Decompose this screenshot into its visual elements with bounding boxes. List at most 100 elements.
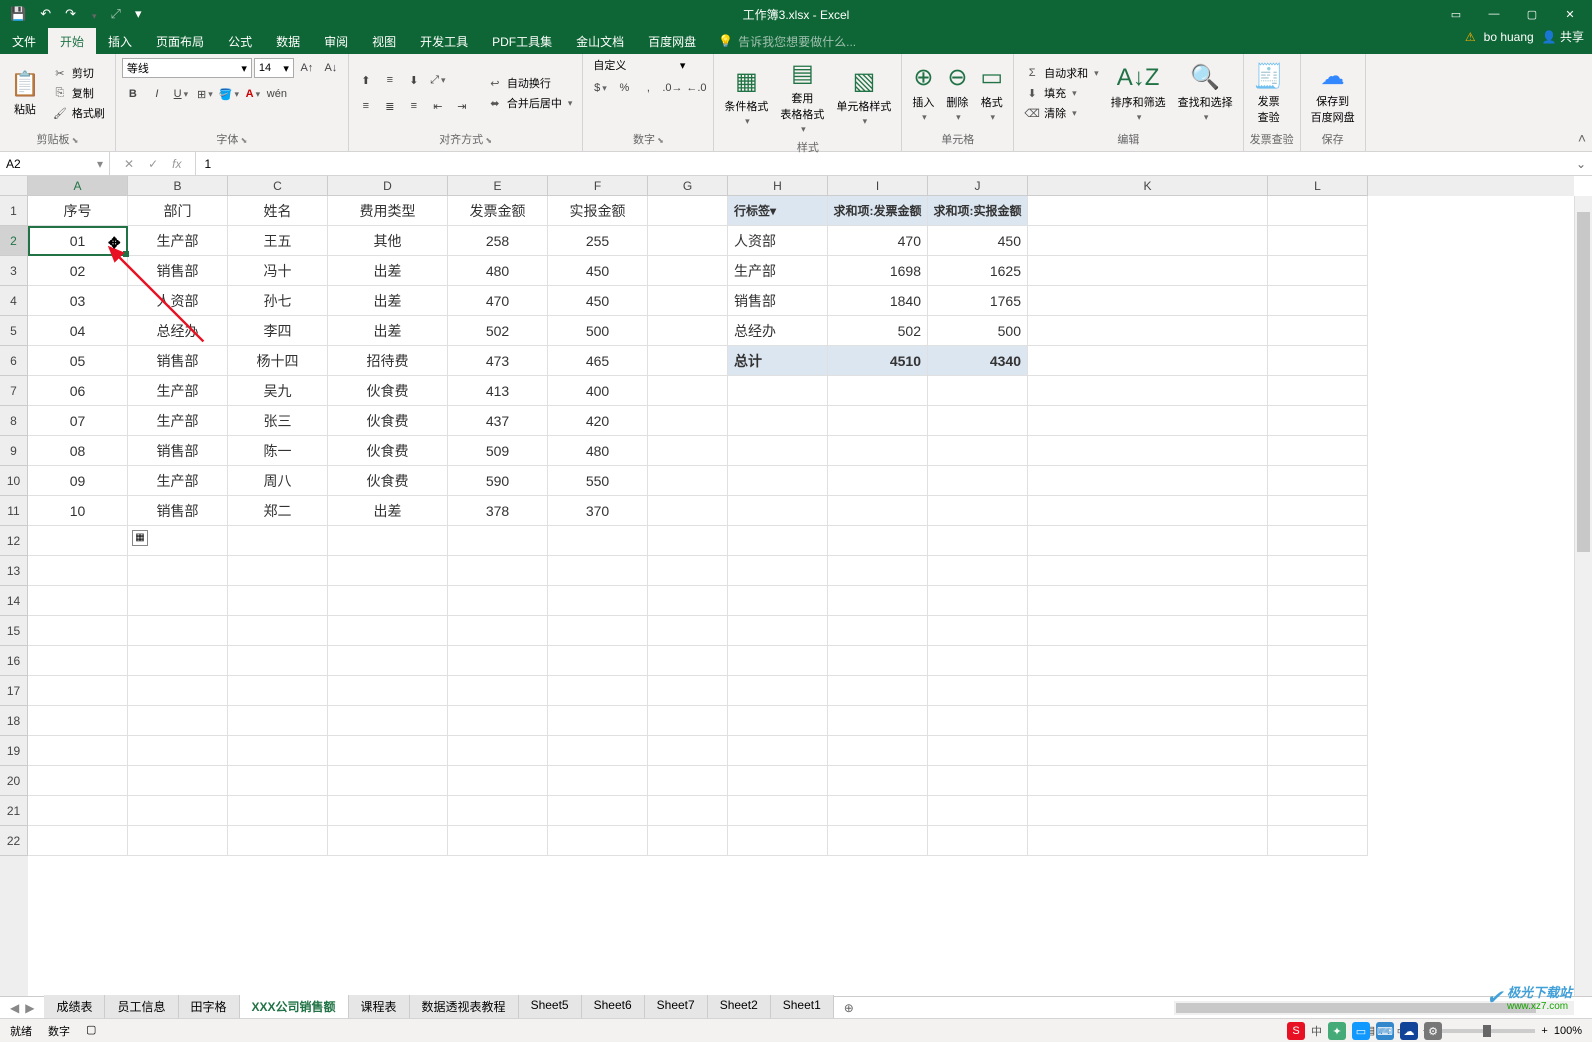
cell[interactable] [828,556,928,586]
cell[interactable] [328,706,448,736]
cell[interactable] [728,376,828,406]
number-format-combo[interactable]: 自定义▾ [589,57,689,73]
cell[interactable] [648,316,728,346]
cell[interactable]: 求和项:发票金额 [828,196,928,226]
cell[interactable] [928,436,1028,466]
cell[interactable] [648,256,728,286]
cell[interactable] [328,646,448,676]
cell[interactable]: 杨十四 [228,346,328,376]
row-header-8[interactable]: 8 [0,406,28,436]
cell[interactable] [648,706,728,736]
row-header-4[interactable]: 4 [0,286,28,316]
align-bottom-icon[interactable]: ⬇ [403,69,425,91]
italic-icon[interactable]: I [146,83,168,105]
cell[interactable] [1268,316,1368,346]
paste-button[interactable]: 📋 粘贴 [6,68,44,119]
col-header-D[interactable]: D [328,176,448,196]
sheet-tab[interactable]: XXX公司销售额 [240,995,349,1020]
cell[interactable] [548,586,648,616]
cell[interactable]: 销售部 [128,256,228,286]
cell[interactable] [928,676,1028,706]
formula-input[interactable]: 1 [196,157,1570,171]
menu-tab-8[interactable]: 开发工具 [408,28,480,54]
cell[interactable] [448,766,548,796]
row-header-5[interactable]: 5 [0,316,28,346]
cell[interactable] [928,736,1028,766]
cell[interactable]: 发票金额 [448,196,548,226]
cell[interactable]: 伙食费 [328,466,448,496]
cell[interactable] [1268,586,1368,616]
cell[interactable] [728,586,828,616]
cancel-formula-icon[interactable]: ✕ [124,157,134,171]
cell[interactable] [128,556,228,586]
cell[interactable]: 生产部 [728,256,828,286]
cell[interactable] [1028,436,1268,466]
font-size-combo[interactable]: 14▾ [254,58,294,78]
cell[interactable] [328,676,448,706]
cell[interactable] [1268,646,1368,676]
menu-tab-3[interactable]: 页面布局 [144,28,216,54]
cell[interactable] [828,496,928,526]
cell[interactable]: 总计 [728,346,828,376]
cell[interactable]: 李四 [228,316,328,346]
col-header-A[interactable]: A [28,176,128,196]
cell-styles-button[interactable]: ▧单元格样式 [832,65,895,129]
zoom-slider[interactable] [1435,1029,1535,1033]
cell[interactable]: 258 [448,226,548,256]
cell[interactable] [828,616,928,646]
cell[interactable] [728,796,828,826]
cell[interactable] [328,586,448,616]
wrap-text-button[interactable]: ↩自动换行 [483,74,577,92]
row-header-17[interactable]: 17 [0,676,28,706]
delete-cells-button[interactable]: ⊖删除 [942,61,972,125]
menu-tab-2[interactable]: 插入 [96,28,144,54]
cell[interactable] [728,646,828,676]
col-header-G[interactable]: G [648,176,728,196]
currency-icon[interactable]: $ [589,77,611,99]
cell[interactable]: 部门 [128,196,228,226]
col-header-H[interactable]: H [728,176,828,196]
cell[interactable] [828,766,928,796]
cell[interactable]: 实报金额 [548,196,648,226]
cell[interactable] [828,586,928,616]
cell[interactable]: 502 [448,316,548,346]
cell[interactable] [1268,286,1368,316]
cell[interactable] [1028,226,1268,256]
col-header-L[interactable]: L [1268,176,1368,196]
cell[interactable] [548,526,648,556]
cell[interactable] [828,526,928,556]
col-header-I[interactable]: I [828,176,928,196]
autosum-button[interactable]: Σ自动求和 [1020,64,1103,82]
cell[interactable] [1028,766,1268,796]
cell[interactable] [928,796,1028,826]
cell[interactable] [28,556,128,586]
cell[interactable]: 450 [548,286,648,316]
cell[interactable] [548,616,648,646]
tray-sogou-icon[interactable]: S [1287,1022,1305,1040]
shrink-font-icon[interactable]: A↓ [320,57,342,79]
cell[interactable] [828,376,928,406]
row-header-18[interactable]: 18 [0,706,28,736]
cell[interactable] [648,826,728,856]
row-header-13[interactable]: 13 [0,556,28,586]
cell[interactable]: 450 [548,256,648,286]
cell[interactable] [828,826,928,856]
cell[interactable]: 500 [548,316,648,346]
cell[interactable] [728,436,828,466]
row-header-6[interactable]: 6 [0,346,28,376]
cell[interactable] [648,586,728,616]
cell[interactable] [28,586,128,616]
cell[interactable] [648,736,728,766]
cell[interactable]: 1840 [828,286,928,316]
tray-lang[interactable]: 中 [1311,1023,1322,1039]
cell[interactable] [648,676,728,706]
col-header-C[interactable]: C [228,176,328,196]
cell[interactable] [28,826,128,856]
cell[interactable]: 1765 [928,286,1028,316]
cell[interactable] [928,616,1028,646]
merge-center-button[interactable]: ⬌合并后居中 [483,94,577,112]
fill-button[interactable]: ⬇填充 [1020,84,1103,102]
cond-format-button[interactable]: ▦条件格式 [720,65,772,129]
cell[interactable]: 行标签 ▾ [728,196,828,226]
cell[interactable] [228,796,328,826]
